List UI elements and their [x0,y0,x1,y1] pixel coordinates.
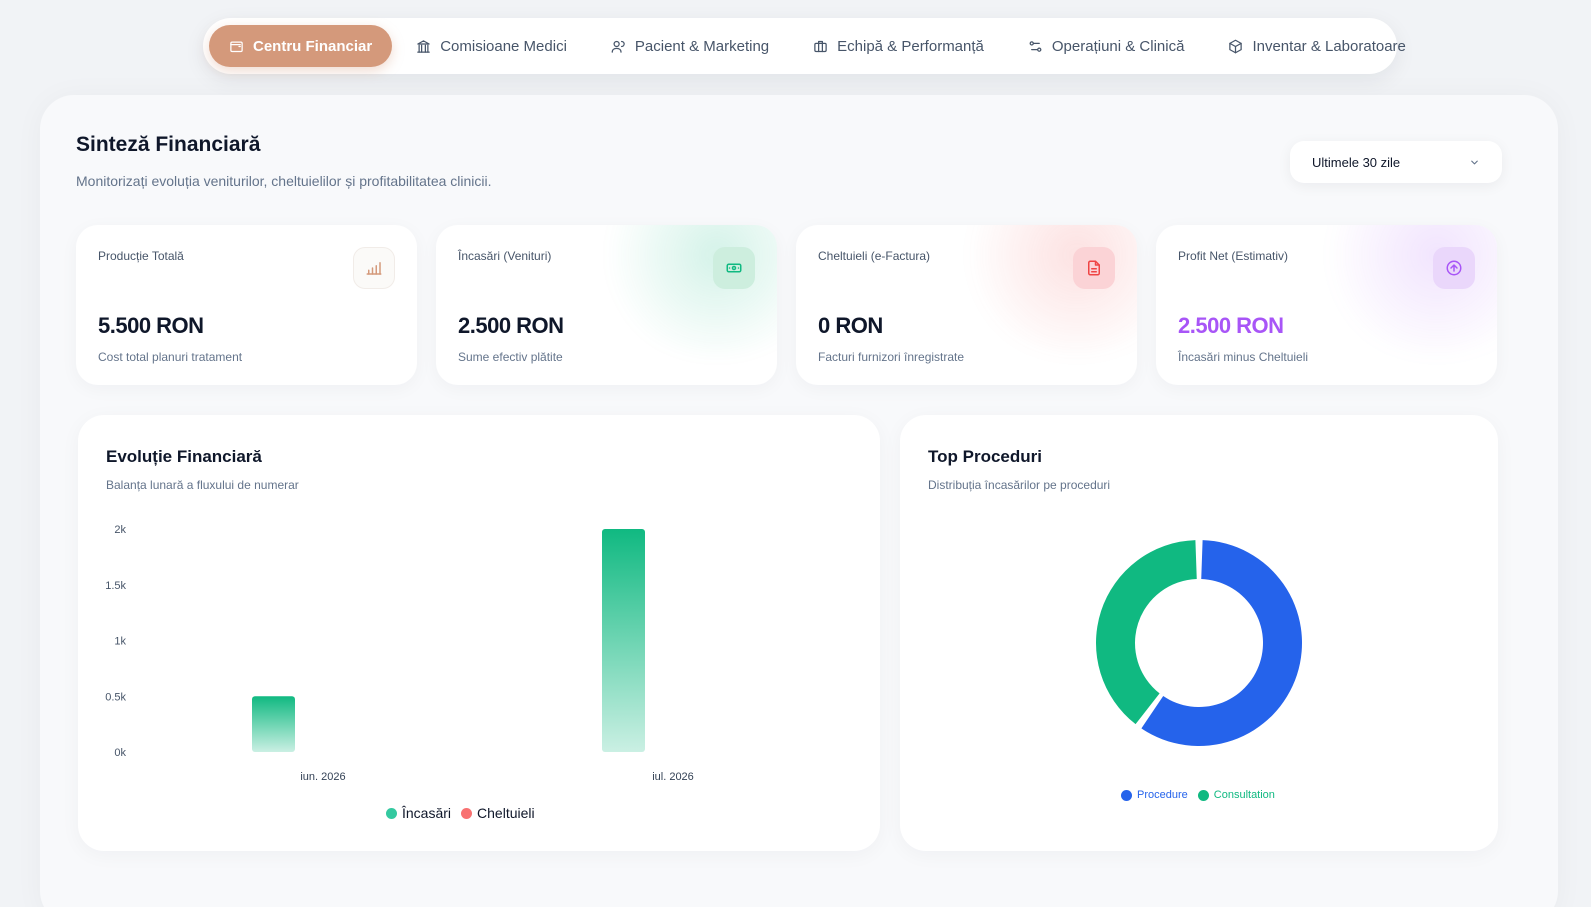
bar-chart-legend: Încasări Cheltuieli [386,805,535,821]
briefcase-icon [814,40,827,52]
kpi-icon-box [713,247,755,289]
top-navigation: Centru Financiar Comisioane Medici Pacie… [203,18,1406,74]
tab-label: Operațiuni & Clinică [1051,37,1185,55]
main-panel: Sinteză Financiară Monitorizați evoluția… [40,95,1558,907]
kpi-icon-box [1433,247,1475,289]
top-procedures-card: Top Proceduri Distribuția încasărilor pe… [900,415,1498,851]
tab-operatiuni-clinica[interactable]: Operațiuni & Clinică [1008,25,1205,67]
donut-legend: Procedure Consultation [1121,789,1275,801]
kpi-card-cheltuieli: Cheltuieli (e-Factura) 0 RON Facturi fur… [796,225,1137,385]
tab-label: Inventar & Laboratoare [1252,37,1406,55]
kpi-card-profit: Profit Net (Estimativ) 2.500 RON Încasăr… [1156,225,1497,385]
tab-label: Pacient & Marketing [634,37,770,55]
x-tick-label: iul. 2026 [652,771,694,783]
tab-pacient-marketing[interactable]: Pacient & Marketing [591,25,789,67]
package-icon [1229,39,1243,53]
kpi-icon-box [353,247,395,289]
legend-label: Încasări [402,805,452,821]
legend-item-cheltuieli[interactable]: Cheltuieli [461,805,535,821]
y-tick-label: 1k [114,636,126,648]
workflow-icon [1029,40,1042,52]
page-title: Sinteză Financiară [76,133,261,156]
legend-label: Cheltuieli [477,805,535,821]
legend-item-incasari[interactable]: Încasări [386,805,451,821]
file-text-icon [1088,260,1100,276]
kpi-card-incasari: Încasări (Venituri) 2.500 RON Sume efect… [436,225,777,385]
kpi-label: Profit Net (Estimativ) [1178,249,1289,263]
kpi-value: 2.500 RON [1178,313,1284,338]
kpi-value: 2.500 RON [458,313,564,338]
bar-chart: 0k 0.5k 1k 1.5k 2k iun. 2026 iul. 2026 [105,524,694,783]
bar-incasari[interactable] [602,529,645,752]
banknote-icon [726,263,742,273]
y-tick-label: 2k [114,524,126,536]
chart-title: Top Proceduri [928,447,1042,466]
tab-echipa-performanta[interactable]: Echipă & Performanță [793,25,1004,67]
kpi-value: 5.500 RON [98,313,204,338]
kpi-label: Producție Totală [98,249,184,263]
legend-dot [1197,789,1209,801]
arrow-up-circle-icon [1446,260,1462,276]
tab-comisioane-medici[interactable]: Comisioane Medici [396,25,587,67]
bank-icon [417,39,430,53]
tab-label: Comisioane Medici [440,37,567,55]
kpi-glow [1317,225,1497,355]
donut-slice-consultation[interactable] [1096,540,1197,725]
donut-chart [1096,540,1302,746]
legend-label: Consultation [1213,789,1275,801]
kpi-glow [597,225,777,355]
legend-dot [461,807,473,819]
kpi-note: Cost total planuri tratament [98,350,243,364]
kpi-value: 0 RON [818,313,883,338]
kpi-note: Încasări minus Cheltuieli [1178,350,1309,364]
tab-label: Centru Financiar [253,37,373,55]
chart-subtitle: Distribuția încasărilor pe proceduri [928,478,1111,492]
y-tick-label: 1.5k [105,580,126,592]
financial-evolution-card: Evoluție Financiară Balanța lunară a flu… [78,415,880,851]
legend-item-procedure[interactable]: Procedure [1121,789,1188,801]
kpi-icon-box [1073,247,1115,289]
kpi-label: Cheltuieli (e-Factura) [818,249,931,263]
kpi-card-productie: Producție Totală 5.500 RON Cost total pl… [76,225,417,385]
kpi-glow [957,225,1137,355]
kpi-note: Sume efectiv plătite [458,350,563,364]
legend-dot [1121,789,1132,801]
y-tick-label: 0k [114,747,126,759]
chevron-down-icon [1471,160,1478,164]
tab-centru-financiar[interactable]: Centru Financiar [209,25,393,67]
date-range-value: Ultimele 30 zile [1312,154,1401,170]
kpi-note: Facturi furnizori înregistrate [818,350,965,364]
wallet-icon [230,41,243,52]
kpi-label: Încasări (Venituri) [458,249,552,263]
tab-inventar-laboratoare[interactable]: Inventar & Laboratoare [1208,25,1425,67]
users-icon [611,40,625,53]
legend-item-consultation[interactable]: Consultation [1197,789,1275,801]
bar-chart-icon [366,262,382,275]
legend-dot [386,807,397,819]
y-tick-label: 0.5k [105,691,126,703]
legend-label: Procedure [1137,789,1188,801]
chart-subtitle: Balanța lunară a fluxului de numerar [106,478,299,492]
bar-incasari[interactable] [252,696,295,752]
tab-label: Echipă & Performanță [837,37,984,55]
chart-title: Evoluție Financiară [106,447,262,466]
x-tick-label: iun. 2026 [300,771,345,783]
date-range-select[interactable]: Ultimele 30 zile [1290,141,1502,183]
page-subtitle: Monitorizați evoluția veniturilor, chelt… [76,173,492,189]
